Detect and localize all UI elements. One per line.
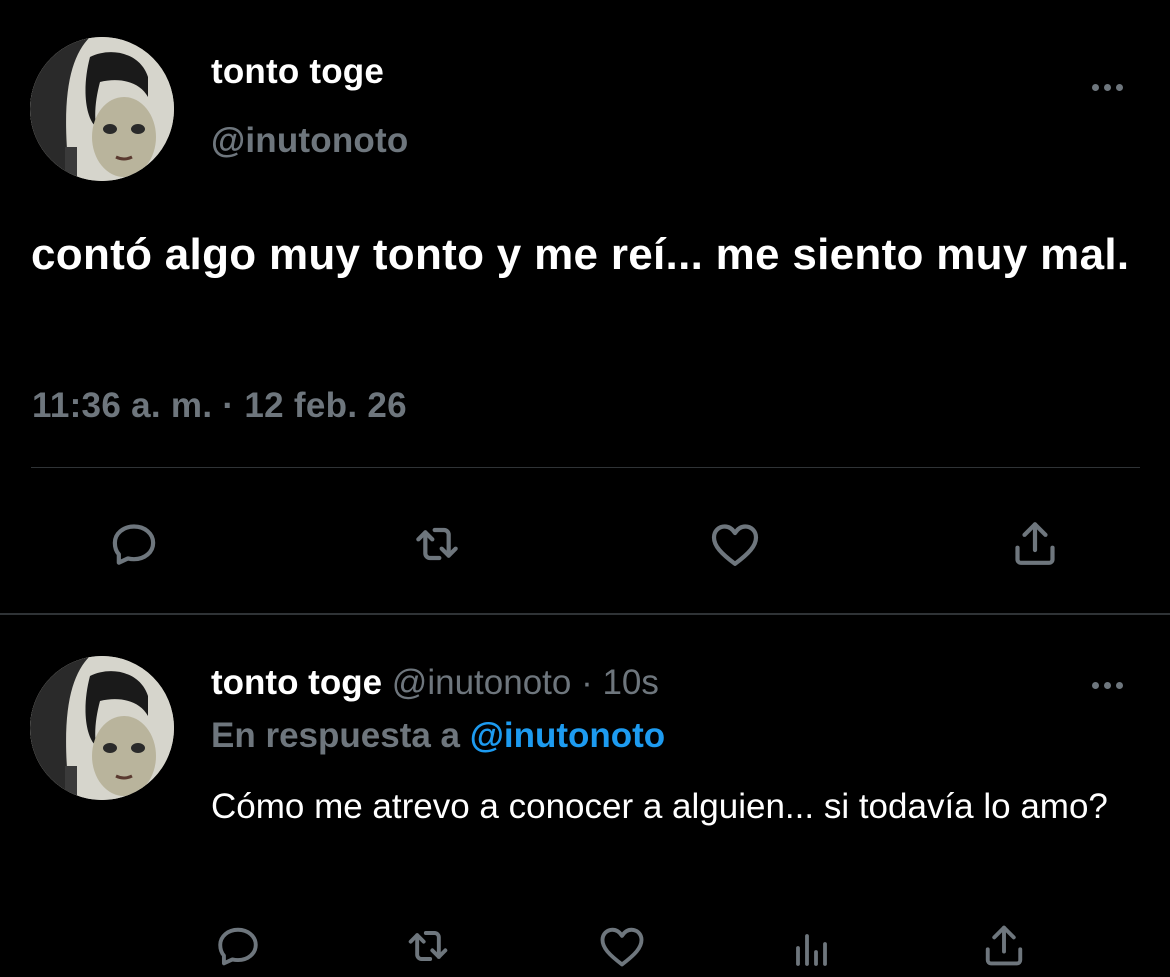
analytics-icon[interactable] <box>786 918 838 974</box>
divider <box>0 613 1170 615</box>
reply-mention-link[interactable]: @inutonoto <box>470 716 665 755</box>
reply-icon[interactable] <box>210 918 266 974</box>
more-options-icon[interactable] <box>1087 79 1127 95</box>
tweet-header: tonto toge @inutonoto · 10s <box>211 663 659 703</box>
like-icon[interactable] <box>594 918 650 974</box>
avatar[interactable] <box>30 37 174 181</box>
tweet-text: Cómo me atrevo a conocer a alguien... si… <box>211 787 1108 826</box>
like-icon[interactable] <box>705 514 765 574</box>
tweet-age[interactable]: 10s <box>602 663 658 702</box>
display-name[interactable]: tonto toge <box>211 663 382 702</box>
share-icon[interactable] <box>976 916 1032 974</box>
reply-prefix: En respuesta a <box>211 716 460 755</box>
display-name[interactable]: tonto toge <box>211 52 384 92</box>
tweet-text: contó algo muy tonto y me reí... me sien… <box>31 230 1130 279</box>
retweet-icon[interactable] <box>398 918 458 974</box>
tweet-timestamp[interactable]: 11:36 a. m. · 12 feb. 26 <box>32 386 407 426</box>
retweet-icon[interactable] <box>405 514 469 574</box>
user-handle[interactable]: @inutonoto <box>211 121 408 161</box>
avatar[interactable] <box>30 656 174 800</box>
more-options-icon[interactable] <box>1087 677 1127 693</box>
separator: · <box>581 663 593 702</box>
reply-icon[interactable] <box>104 514 164 574</box>
user-handle[interactable]: @inutonoto <box>392 663 572 702</box>
reply-context: En respuesta a @inutonoto <box>211 716 665 756</box>
share-icon[interactable] <box>1005 512 1065 574</box>
divider <box>31 467 1140 468</box>
